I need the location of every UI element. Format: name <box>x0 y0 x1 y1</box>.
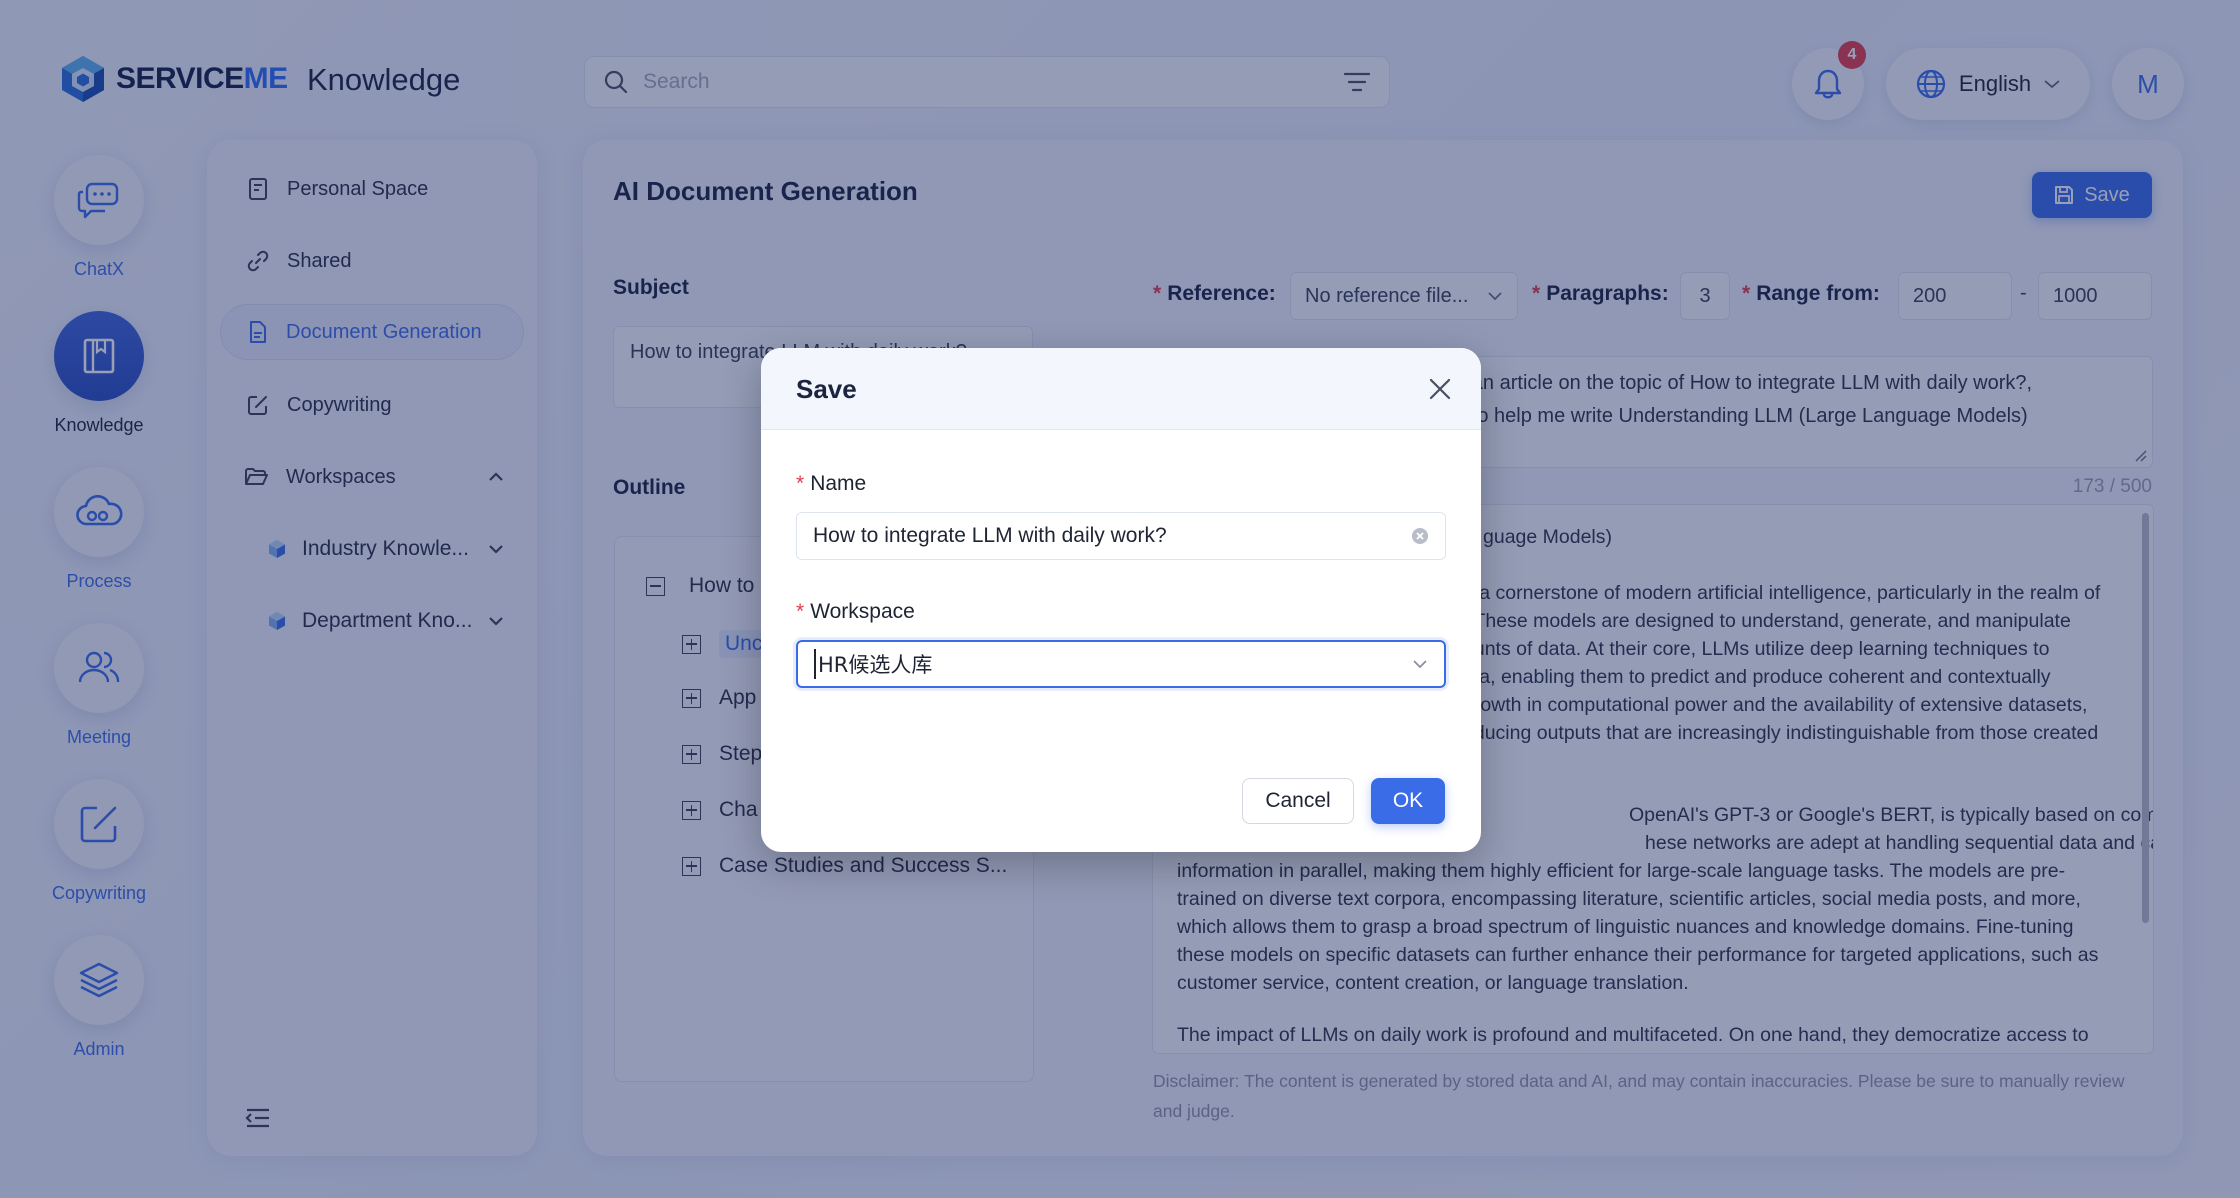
cancel-button[interactable]: Cancel <box>1242 778 1354 824</box>
dialog-header: Save <box>761 348 1481 430</box>
name-field[interactable]: How to integrate LLM with daily work? <box>796 512 1446 560</box>
save-dialog: Save * Name How to integrate LLM with dai… <box>761 348 1481 852</box>
chevron-down-icon <box>1413 660 1427 669</box>
ok-button[interactable]: OK <box>1371 778 1445 824</box>
workspace-select[interactable]: HR候选人库 <box>796 640 1446 688</box>
dialog-title: Save <box>796 374 857 404</box>
name-label: * Name <box>796 472 867 495</box>
clear-icon[interactable] <box>1411 527 1429 545</box>
close-icon[interactable] <box>1427 376 1453 402</box>
workspace-label: * Workspace <box>796 600 915 623</box>
